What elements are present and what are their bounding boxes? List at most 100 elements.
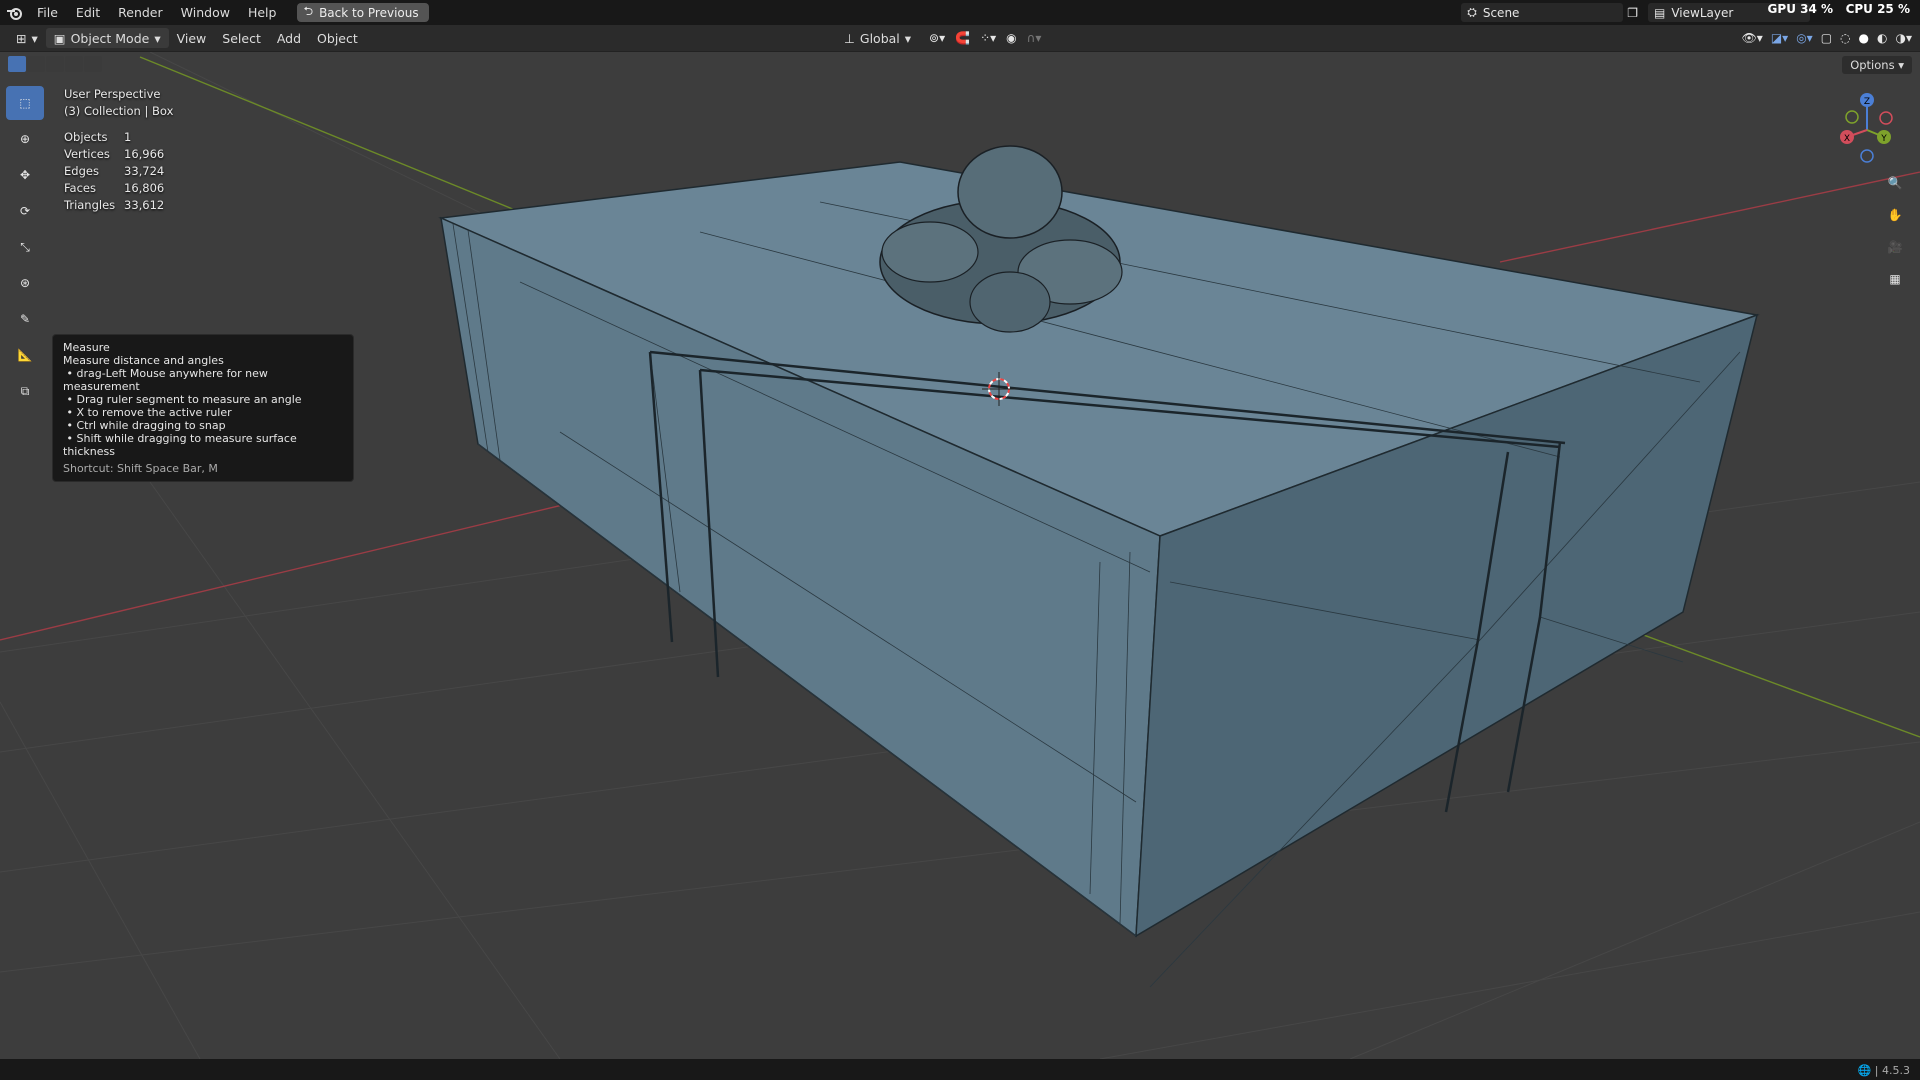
viewport-canvas[interactable] (0, 52, 1920, 1059)
snap-target-icon[interactable]: ⁘▾ (980, 31, 996, 45)
tooltip-title: Measure (63, 341, 110, 354)
menu-file[interactable]: File (28, 0, 67, 25)
tooltip-item-text: X to remove the active ruler (76, 406, 232, 419)
tooltip-list-item: • Ctrl while dragging to snap (63, 419, 226, 432)
viewport-title: User Perspective (64, 87, 161, 101)
crosshair-icon: ⊕ (19, 132, 31, 146)
navigation-gizmo[interactable]: Z Y X (1832, 90, 1902, 170)
move-tool[interactable]: ✥ (6, 158, 44, 192)
gizmo-neg-x-icon[interactable] (1879, 111, 1893, 125)
select-box-tool[interactable]: ⬚ (6, 86, 44, 120)
status-bar: 🌐 | 4.5.3 (0, 1059, 1920, 1080)
rendered-shading-icon[interactable]: ◑▾ (1896, 31, 1913, 45)
blender-logo-icon[interactable] (0, 0, 28, 25)
shading-controls: 👁▾ ◪▾ ◎▾ ▢ ◌ ● ◐ ◑▾ (1742, 28, 1912, 48)
mode-selector[interactable]: ▣ Object Mode ▾ (45, 28, 169, 48)
scale-tool[interactable]: ⤡ (6, 230, 44, 264)
xray-icon[interactable]: ▢ (1821, 31, 1832, 45)
rotate-icon: ⟳ (19, 204, 31, 218)
editor-type-button[interactable]: ⊞ ▾ (8, 28, 46, 48)
tool-shelf: ⬚ ⊕ ✥ ⟳ ⤡ ⊛ ✎ 📐 ⧉ (6, 86, 46, 410)
resource-usage: GPU 34 % CPU 25 % (1768, 2, 1910, 16)
falloff-icon[interactable]: ∩▾ (1027, 31, 1042, 45)
tooltip-item-text: Shift while dragging to measure surface … (63, 432, 297, 458)
gizmo-toggle-icon[interactable]: ◪▾ (1771, 31, 1788, 45)
stat-value: 33,612 (124, 198, 165, 212)
3d-viewport[interactable] (0, 52, 1920, 1059)
ruler-icon: 📐 (17, 348, 33, 362)
chevron-down-icon: ▾ (904, 30, 912, 46)
viewlayer-name: ViewLayer (1671, 5, 1734, 20)
active-collection-label: (3) Collection | Box (64, 104, 174, 118)
proportional-edit-icon[interactable]: ◉ (1006, 31, 1016, 45)
wireframe-shading-icon[interactable]: ◌ (1840, 31, 1850, 45)
tooltip-list-item: • drag-Left Mouse anywhere for new measu… (63, 367, 268, 393)
add-cube-icon: ⧉ (20, 383, 30, 398)
stat-label: Vertices (64, 147, 110, 161)
menu-view[interactable]: View (169, 28, 215, 48)
viewport-info: User Perspective (3) Collection | Box (64, 86, 173, 120)
measure-tool[interactable]: 📐 (6, 338, 44, 372)
back-to-previous-label: Back to Previous (319, 5, 419, 20)
ortho-grid-icon[interactable]: ▦ (1882, 266, 1908, 292)
scene-statistics: Objects 1 Vertices 16,966 Edges 33,724 Face… (64, 130, 164, 215)
gizmo-neg-z-icon[interactable] (1860, 149, 1874, 163)
menu-add[interactable]: Add (269, 28, 309, 48)
measure-tooltip: Measure Measure distance and angles • dr… (52, 334, 354, 482)
stat-label: Objects (64, 130, 108, 144)
tooltip-item-text: Drag ruler segment to measure an angle (76, 393, 302, 406)
zoom-icon[interactable]: 🔍 (1882, 170, 1908, 196)
cpu-usage: CPU 25 % (1845, 2, 1910, 16)
scene-icon: ⛭ (1467, 5, 1477, 19)
gpu-usage: GPU 34 % (1767, 2, 1834, 16)
annotate-tool[interactable]: ✎ (6, 302, 44, 336)
menu-select[interactable]: Select (214, 28, 269, 48)
material-shading-icon[interactable]: ◐ (1877, 31, 1887, 45)
stat-row: Vertices 16,966 (64, 147, 164, 164)
camera-view-icon[interactable]: 🎥 (1882, 234, 1908, 260)
overlay-toggle-icon[interactable]: ◎▾ (1796, 31, 1813, 45)
menu-render[interactable]: Render (109, 0, 172, 25)
add-cube-tool[interactable]: ⧉ (6, 374, 44, 408)
back-to-previous-button[interactable]: ⮌ Back to Previous (297, 3, 429, 22)
select-subtract-icon[interactable] (46, 56, 64, 72)
new-scene-icon[interactable]: ❐ (1627, 6, 1638, 20)
solid-shading-icon[interactable]: ● (1859, 31, 1869, 45)
visibility-icon[interactable]: 👁▾ (1742, 31, 1763, 45)
orientation-selector[interactable]: ⊥ Global ▾ (836, 28, 919, 48)
menu-help[interactable]: Help (239, 0, 286, 25)
stat-row: Faces 16,806 (64, 181, 164, 198)
select-new-icon[interactable] (8, 56, 26, 72)
gizmo-neg-y-icon[interactable] (1845, 110, 1859, 124)
orientation-label: Global (859, 30, 900, 46)
snap-icon[interactable]: 🧲 (955, 31, 970, 45)
pencil-icon: ✎ (19, 312, 31, 326)
select-extend-icon[interactable] (27, 56, 45, 72)
scene-name: Scene (1482, 5, 1520, 20)
chevron-down-icon: ▾ (31, 30, 38, 46)
scene-selector[interactable]: ⛭ Scene (1461, 3, 1624, 22)
globe-icon: 🌐 (1857, 1064, 1872, 1077)
menu-edit[interactable]: Edit (67, 0, 109, 25)
rotate-tool[interactable]: ⟳ (6, 194, 44, 228)
tooltip-description: Measure distance and angles (63, 354, 224, 367)
viewlayer-icon: ▤ (1654, 5, 1666, 20)
transform-controls: ⊥ Global ▾ ⊚▾ 🧲 ⁘▾ ◉ ∩▾ (836, 28, 1041, 48)
menu-window[interactable]: Window (172, 0, 239, 25)
stat-row: Objects 1 (64, 130, 164, 147)
object-mode-icon: ▣ (53, 30, 66, 46)
tooltip-list-item: • X to remove the active ruler (63, 406, 232, 419)
transform-tool[interactable]: ⊛ (6, 266, 44, 300)
options-button[interactable]: Options ▾ (1842, 56, 1912, 74)
menu-object[interactable]: Object (309, 28, 366, 48)
stat-label: Edges (64, 164, 99, 178)
select-intersect-icon[interactable] (84, 56, 102, 72)
select-invert-icon[interactable] (65, 56, 83, 72)
stat-row: Edges 33,724 (64, 164, 164, 181)
pivot-icon[interactable]: ⊚▾ (929, 31, 945, 45)
options-label: Options (1850, 58, 1895, 72)
mode-label: Object Mode (70, 30, 150, 46)
pan-hand-icon[interactable]: ✋ (1882, 202, 1908, 228)
viewport-nav-buttons: 🔍 ✋ 🎥 ▦ (1882, 170, 1908, 292)
cursor-tool[interactable]: ⊕ (6, 122, 44, 156)
